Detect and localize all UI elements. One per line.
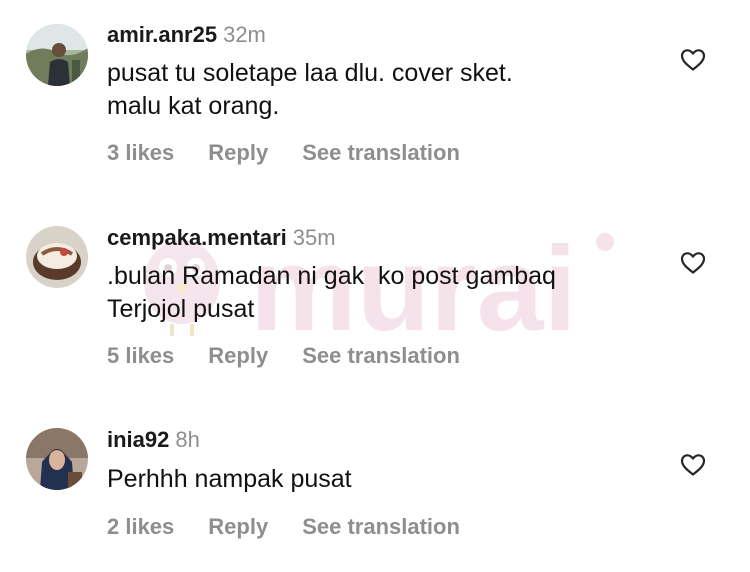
see-translation-link[interactable]: See translation (302, 140, 460, 165)
comment-text: Perhhh nampak pusat (107, 465, 352, 493)
like-button[interactable] (680, 453, 706, 477)
like-button[interactable] (680, 48, 706, 72)
reply-button[interactable]: Reply (208, 514, 268, 539)
comment-header: inia92 8h (107, 427, 200, 453)
see-translation-link[interactable]: See translation (302, 343, 460, 368)
avatar[interactable] (26, 226, 88, 288)
likes-count[interactable]: 3 likes (107, 140, 174, 165)
username[interactable]: cempaka.mentari (107, 225, 287, 250)
comment-actions: 3 likes Reply See translation (107, 140, 494, 166)
comment-text: .bulan Ramadan ni gak ko post gambaq Ter… (107, 262, 556, 323)
avatar-dessert-photo-icon (26, 226, 88, 288)
reply-button[interactable]: Reply (208, 140, 268, 165)
timestamp: 8h (175, 427, 200, 452)
username[interactable]: inia92 (107, 427, 169, 452)
see-translation-link[interactable]: See translation (302, 514, 460, 539)
timestamp: 32m (223, 22, 266, 47)
comment-actions: 2 likes Reply See translation (107, 514, 494, 540)
avatar-outdoor-photo-icon (26, 24, 88, 86)
timestamp: 35m (292, 225, 336, 250)
username[interactable]: amir.anr25 (107, 22, 217, 47)
comment-actions: 5 likes Reply See translation (107, 343, 494, 369)
avatar-person-photo-icon (26, 428, 88, 490)
likes-count[interactable]: 2 likes (107, 514, 174, 539)
comment-header: amir.anr25 32m (107, 22, 266, 48)
heart-outline-icon (680, 252, 706, 274)
likes-count[interactable]: 5 likes (107, 343, 174, 368)
heart-outline-icon (680, 49, 706, 71)
heart-outline-icon (680, 454, 706, 476)
avatar[interactable] (26, 428, 88, 490)
avatar[interactable] (26, 24, 88, 86)
comment-header: cempaka.mentari 35m (107, 225, 336, 251)
reply-button[interactable]: Reply (208, 343, 268, 368)
like-button[interactable] (680, 251, 706, 275)
comment-text: pusat tu soletape laa dlu. cover sket. m… (107, 59, 513, 120)
